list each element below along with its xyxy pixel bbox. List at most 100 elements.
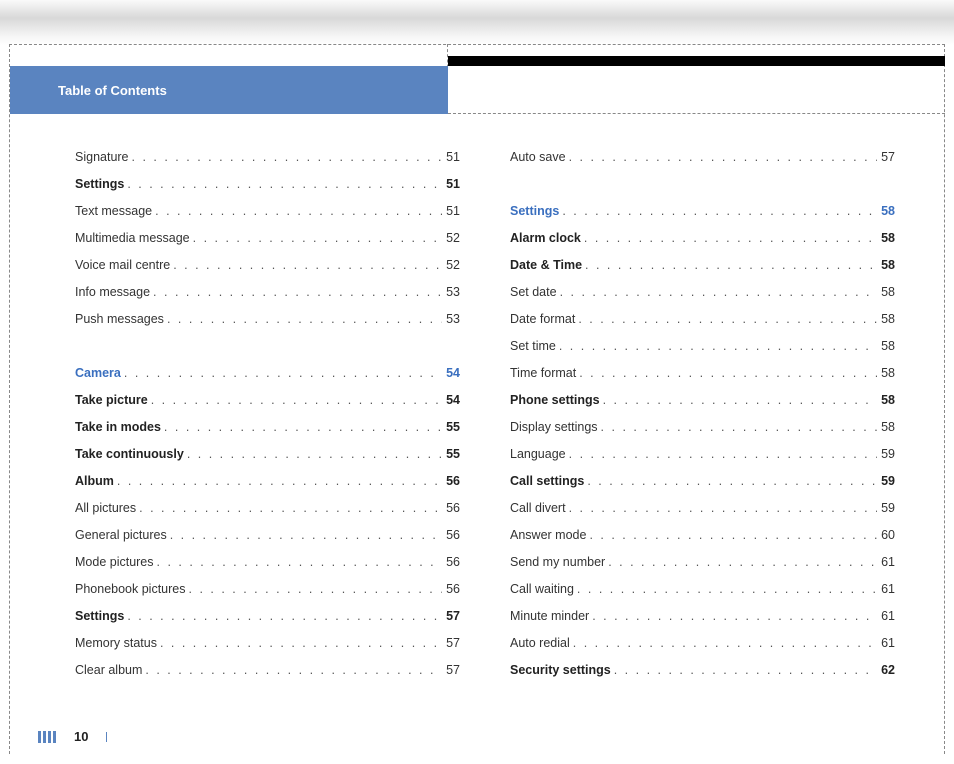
toc-entry-page: 58 <box>877 204 895 218</box>
toc-entry-page: 51 <box>442 150 460 164</box>
dot-leader <box>124 609 442 623</box>
toc-entry[interactable]: Phonebook pictures56 <box>75 582 460 609</box>
toc-entry[interactable]: Call divert59 <box>510 501 895 528</box>
section-header: Table of Contents <box>10 66 448 114</box>
toc-entry[interactable]: Display settings58 <box>510 420 895 447</box>
toc-entry-page: 60 <box>877 528 895 542</box>
toc-entry[interactable]: Album56 <box>75 474 460 501</box>
dot-leader <box>570 636 877 650</box>
toc-entry[interactable]: Minute minder 61 <box>510 609 895 636</box>
dot-leader <box>186 582 443 596</box>
toc-entry-label: General pictures <box>75 528 167 542</box>
dot-leader <box>582 258 877 272</box>
toc-entry-page: 54 <box>442 366 460 380</box>
toc-entry-page: 61 <box>877 609 895 623</box>
toc-entry-label: All pictures <box>75 501 136 515</box>
toc-entry-label: Minute minder <box>510 609 589 623</box>
toc-entry-label: Language <box>510 447 566 461</box>
toc-entry-label: Settings <box>75 609 124 623</box>
toc-entry[interactable]: Memory status 57 <box>75 636 460 663</box>
dot-leader <box>556 339 877 353</box>
toc-entry-page: 59 <box>877 447 895 461</box>
toc-entry-label: Alarm clock <box>510 231 581 245</box>
toc-entry[interactable]: Date & Time58 <box>510 258 895 285</box>
toc-entry[interactable]: Settings 58 <box>510 204 895 231</box>
toc-entry[interactable]: Settings51 <box>75 177 460 204</box>
toc-entry[interactable]: Take continuously55 <box>75 447 460 474</box>
toc-entry-label: Mode pictures <box>75 555 154 569</box>
toc-entry-page: 58 <box>877 339 895 353</box>
toc-entry-label: Settings <box>75 177 124 191</box>
toc-entry[interactable]: Take picture54 <box>75 393 460 420</box>
toc-entry[interactable]: Info message53 <box>75 285 460 312</box>
toc-entry-label: Time format <box>510 366 576 380</box>
dot-leader <box>142 663 442 677</box>
toc-entry[interactable]: Camera54 <box>75 366 460 393</box>
toc-entry-page: 58 <box>877 258 895 272</box>
black-accent-bar <box>448 56 945 66</box>
toc-entry-page: 61 <box>877 636 895 650</box>
toc-entry-page: 62 <box>877 663 895 677</box>
toc-entry[interactable]: Text message51 <box>75 204 460 231</box>
toc-entry[interactable]: Auto save57 <box>510 150 895 177</box>
toc-entry[interactable]: Auto redial61 <box>510 636 895 663</box>
toc-entry[interactable]: All pictures56 <box>75 501 460 528</box>
toc-entry-page: 57 <box>442 636 460 650</box>
dot-leader <box>574 582 877 596</box>
toc-entry[interactable]: Phone settings58 <box>510 393 895 420</box>
toc-entry[interactable]: Time format 58 <box>510 366 895 393</box>
toc-entry-page: 58 <box>877 312 895 326</box>
toc-entry-page: 55 <box>442 447 460 461</box>
toc-entry[interactable]: Send my number 61 <box>510 555 895 582</box>
toc-entry[interactable]: Set time58 <box>510 339 895 366</box>
toc-entry-label: Answer mode <box>510 528 586 542</box>
toc-entry[interactable]: Take in modes55 <box>75 420 460 447</box>
toc-entry[interactable]: Settings57 <box>75 609 460 636</box>
toc-entry-label: Settings <box>510 204 559 218</box>
footer-bars-icon <box>38 731 56 743</box>
toc-entry-page: 52 <box>442 258 460 272</box>
dot-leader <box>170 258 442 272</box>
toc-entry-label: Signature <box>75 150 129 164</box>
toc-entry-page: 61 <box>877 555 895 569</box>
toc-entry-page: 52 <box>442 231 460 245</box>
dot-leader <box>124 177 442 191</box>
dot-leader <box>598 420 877 434</box>
dot-leader <box>584 474 877 488</box>
dot-leader <box>184 447 442 461</box>
toc-column-right: Auto save57Settings58Alarm clock58Date &… <box>510 150 895 690</box>
dot-leader <box>586 528 877 542</box>
toc-entry-label: Memory status <box>75 636 157 650</box>
dashed-rule <box>448 113 945 114</box>
toc-entry[interactable]: Call waiting61 <box>510 582 895 609</box>
footer-tick-icon <box>106 732 107 742</box>
toc-entry-page: 57 <box>877 150 895 164</box>
toc-entry[interactable]: Clear album57 <box>75 663 460 690</box>
toc-entry[interactable]: Mode pictures56 <box>75 555 460 582</box>
toc-entry[interactable]: Push messages53 <box>75 312 460 339</box>
toc-entry-label: Call settings <box>510 474 584 488</box>
toc-entry[interactable]: Answer mode 60 <box>510 528 895 555</box>
top-gradient <box>0 0 954 45</box>
page-footer: 10 <box>38 729 107 744</box>
toc-entry[interactable]: Multimedia message52 <box>75 231 460 258</box>
dot-leader <box>150 285 442 299</box>
toc-entry-page: 54 <box>442 393 460 407</box>
toc-entry-page: 58 <box>877 366 895 380</box>
toc-column-left: Signature 51 Settings51Text message51Multi… <box>75 150 460 690</box>
toc-entry[interactable]: Signature 51 <box>75 150 460 177</box>
toc-entry[interactable]: Alarm clock58 <box>510 231 895 258</box>
toc-entry[interactable]: Call settings59 <box>510 474 895 501</box>
dot-leader <box>589 609 877 623</box>
toc-entry[interactable]: General pictures56 <box>75 528 460 555</box>
toc-entry[interactable]: Language 59 <box>510 447 895 474</box>
toc-entry-label: Text message <box>75 204 152 218</box>
toc-entry[interactable]: Set date58 <box>510 285 895 312</box>
toc-entry[interactable]: Date format58 <box>510 312 895 339</box>
toc-entry[interactable]: Security settings62 <box>510 663 895 690</box>
toc-entry-label: Send my number <box>510 555 605 569</box>
dot-leader <box>157 636 442 650</box>
toc-entry-page: 56 <box>442 474 460 488</box>
dot-leader <box>600 393 877 407</box>
toc-entry[interactable]: Voice mail centre52 <box>75 258 460 285</box>
